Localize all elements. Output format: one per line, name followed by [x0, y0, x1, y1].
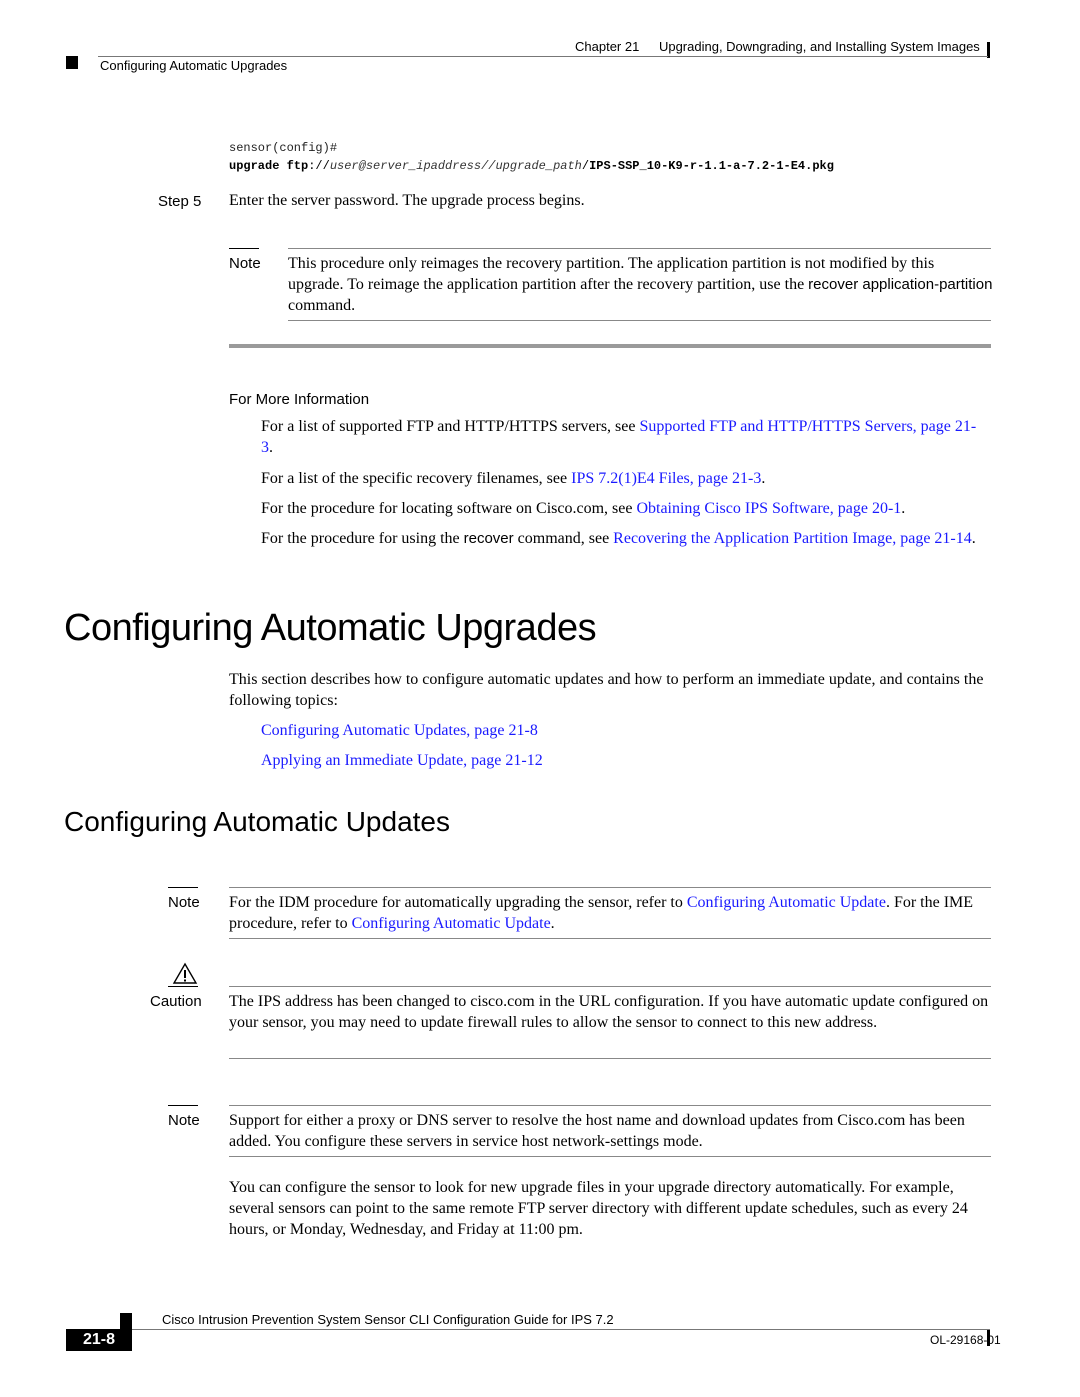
item-text: For a list of supported FTP and HTTP/HTT… [261, 418, 640, 435]
item-punct: . [269, 439, 273, 456]
code-keyword: upgrade ftp [229, 159, 309, 173]
note-bottom-rule [288, 320, 991, 321]
footer-marker-bar [987, 1330, 990, 1346]
code-prompt: sensor(config)# [229, 141, 338, 155]
code-sep: // [481, 159, 496, 173]
note-text: Support for either a proxy or DNS server… [229, 1112, 965, 1150]
section-title: Configuring Automatic Upgrades [64, 607, 597, 649]
command-text: recover [463, 530, 514, 547]
code-command: upgrade ftp://user@server_ipaddress//upg… [229, 159, 834, 173]
topic-item: Applying an Immediate Update, page 21-12 [261, 750, 543, 771]
subsection-title: Configuring Automatic Updates [64, 806, 450, 837]
note-text-body: For the IDM procedure for automatically … [229, 894, 687, 911]
note-marker-rule [229, 248, 259, 249]
caution-bottom-rule [229, 1058, 991, 1059]
caution-label: Caution [150, 993, 202, 1010]
link-ips-files[interactable]: IPS 7.2(1)E4 Files, page 21-3 [571, 470, 761, 487]
code-filename: IPS-SSP_10-K9-r-1.1-a-7.2-1-E4.pkg [589, 159, 834, 173]
header-marker-square [66, 56, 78, 69]
note-marker-rule [168, 1105, 198, 1106]
section-intro: This section describes how to configure … [229, 671, 984, 709]
note-text: This procedure only reimages the recover… [288, 253, 993, 316]
link-recovering-partition[interactable]: Recovering the Application Partition Ima… [613, 530, 972, 547]
warning-triangle-icon [172, 962, 198, 984]
note-top-rule [229, 887, 991, 888]
link-idm-automatic-update[interactable]: Configuring Automatic Update [687, 894, 886, 911]
item-text: For a list of the specific recovery file… [261, 470, 572, 487]
topic-item: Configuring Automatic Updates, page 21-8 [261, 720, 538, 741]
more-info-item: For the procedure for using the recover … [261, 528, 991, 549]
note-bottom-rule [229, 938, 991, 939]
item-punct: . [901, 500, 906, 517]
header-rule [98, 56, 988, 57]
footer-rule [132, 1329, 990, 1330]
code-arg-server: server_ipaddress [365, 159, 482, 173]
more-info-item: For a list of the specific recovery file… [261, 468, 991, 489]
note-text-end: command. [288, 297, 356, 314]
chapter-title: Upgrading, Downgrading, and Installing S… [658, 39, 980, 54]
running-header-chapter: Chapter 21 Upgrading, Downgrading, and I… [575, 39, 980, 54]
note-label: Note [168, 1112, 200, 1129]
footer-book-title: Cisco Intrusion Prevention System Sensor… [162, 1312, 614, 1327]
note-bottom-rule [229, 1156, 991, 1157]
document-id: OL-29168-01 [930, 1333, 1001, 1347]
note-label: Note [168, 894, 200, 911]
code-sep: @ [358, 159, 366, 173]
item-text: For the procedure for using the [261, 530, 464, 547]
code-arg-path: upgrade_path [495, 159, 582, 173]
item-punct: . [761, 470, 766, 487]
item-punct: . [971, 530, 976, 547]
link-configuring-automatic-updates[interactable]: Configuring Automatic Updates, page 21-8 [261, 722, 538, 739]
code-arg-user: user [329, 159, 359, 173]
link-applying-immediate-update[interactable]: Applying an Immediate Update, page 21-12 [261, 752, 543, 769]
link-obtaining-software[interactable]: Obtaining Cisco IPS Software, page 20-1 [636, 500, 901, 517]
link-ime-automatic-update[interactable]: Configuring Automatic Update [352, 915, 551, 932]
chapter-number: Chapter 21 [575, 39, 640, 54]
page-number-badge: 21-8 [66, 1329, 132, 1351]
code-sep: / [581, 159, 590, 173]
more-info-heading: For More Information [229, 391, 370, 408]
note-top-rule [288, 248, 991, 249]
more-info-item: For the procedure for locating software … [261, 498, 1001, 519]
note-marker-rule [168, 887, 198, 888]
body-paragraph: You can configure the sensor to look for… [229, 1179, 968, 1238]
caution-top-rule [229, 986, 991, 987]
note-label: Note [229, 255, 261, 272]
item-text: For the procedure for locating software … [261, 500, 637, 517]
running-header-section: Configuring Automatic Upgrades [100, 58, 288, 73]
command-text: recover application-partition [808, 276, 993, 293]
item-text: command, see [513, 530, 614, 547]
caution-text: The IPS address has been changed to cisc… [229, 993, 989, 1031]
more-info-item: For a list of supported FTP and HTTP/HTT… [261, 416, 981, 458]
note-top-rule [229, 1105, 991, 1106]
note-text: For the IDM procedure for automatically … [229, 892, 994, 934]
procedure-end-rule [229, 344, 991, 348]
step-text: Enter the server password. The upgrade p… [229, 192, 585, 209]
code-sep: :// [308, 159, 330, 173]
note-text-end: . [550, 915, 555, 932]
step-label: Step 5 [158, 193, 202, 210]
footer-marker-square [120, 1313, 132, 1329]
caution-marker-rule [168, 986, 198, 987]
